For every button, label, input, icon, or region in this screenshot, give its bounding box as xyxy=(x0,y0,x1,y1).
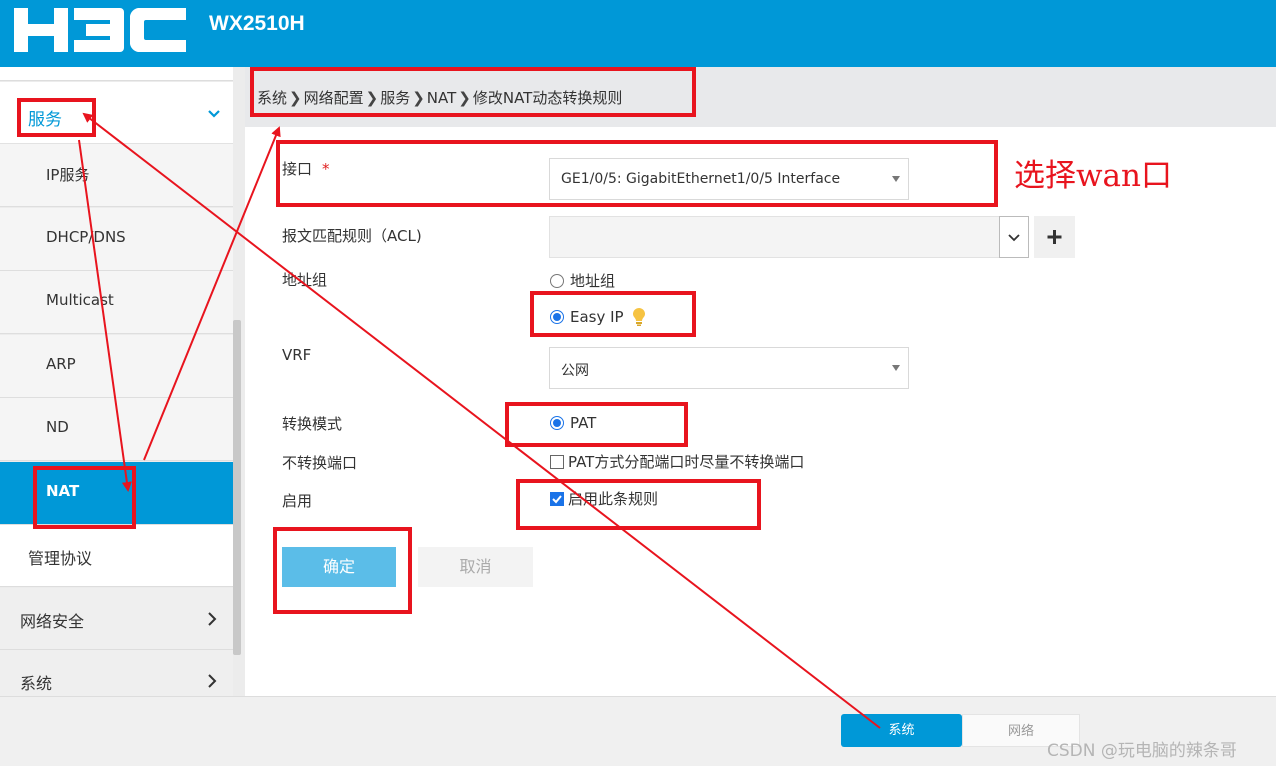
caret-down-icon xyxy=(892,365,900,371)
annotation-box-interface xyxy=(276,140,998,207)
sidebar-item-label: ARP xyxy=(46,355,76,373)
vrf-select-value: 公网 xyxy=(561,363,589,379)
sidebar-item-management-protocol[interactable]: 管理协议 xyxy=(0,525,233,587)
checkbox[interactable] xyxy=(550,454,564,469)
h3c-logo xyxy=(14,8,186,52)
cancel-button[interactable]: 取消 xyxy=(418,547,533,587)
enable-label: 启用 xyxy=(282,492,313,510)
checkbox-label: PAT方式分配端口时尽量不转换端口 xyxy=(568,453,805,471)
annotation-box-easy-ip xyxy=(530,291,696,337)
acl-input[interactable] xyxy=(549,216,1000,258)
chevron-right-icon xyxy=(208,612,217,626)
acl-label: 报文匹配规则（ACL) xyxy=(282,227,422,245)
radio-button[interactable] xyxy=(550,273,564,288)
sidebar-item-multicast[interactable]: Multicast xyxy=(0,271,233,334)
sidebar: 服务 IP服务 DHCP/DNS Multicast ARP ND NAT 管理… xyxy=(0,67,245,696)
annotation-box-ok xyxy=(273,527,412,614)
annotation-box-service xyxy=(17,98,96,137)
sidebar-item-label: ND xyxy=(46,418,69,436)
address-group-label: 地址组 xyxy=(282,271,328,289)
radio-label: 地址组 xyxy=(570,272,616,290)
checkbox-no-port-translation[interactable]: PAT方式分配端口时尽量不转换端口 xyxy=(550,451,804,472)
sidebar-item-label: 系统 xyxy=(20,674,53,693)
annotation-note: 选择wan口 xyxy=(1014,158,1172,194)
sidebar-item-network-security[interactable]: 网络安全 xyxy=(0,588,233,650)
sidebar-spacer xyxy=(0,67,233,81)
radio-address-group[interactable]: 地址组 xyxy=(550,270,615,291)
vrf-select[interactable]: 公网 xyxy=(549,347,909,389)
sidebar-item-ip-service[interactable]: IP服务 xyxy=(0,144,233,207)
watermark: CSDN @玩电脑的辣条哥 xyxy=(1047,741,1237,761)
sidebar-item-nd[interactable]: ND xyxy=(0,398,233,461)
chevron-down-icon xyxy=(1008,234,1020,242)
sidebar-scrollbar[interactable] xyxy=(233,320,241,655)
translation-mode-label: 转换模式 xyxy=(282,415,343,433)
sidebar-item-system[interactable]: 系统 xyxy=(0,650,233,696)
sidebar-item-label: IP服务 xyxy=(46,166,90,184)
acl-add-button[interactable] xyxy=(1034,216,1075,258)
sidebar-item-label: 网络安全 xyxy=(20,612,85,631)
sidebar-item-label: Multicast xyxy=(46,291,114,309)
annotation-box-nat xyxy=(33,466,136,529)
chevron-down-icon xyxy=(208,110,220,118)
tab-system[interactable]: 系统 xyxy=(841,714,962,747)
sidebar-item-label: DHCP/DNS xyxy=(46,228,126,246)
chevron-right-icon xyxy=(208,674,217,688)
vrf-label: VRF xyxy=(282,346,312,364)
sidebar-item-dhcp-dns[interactable]: DHCP/DNS xyxy=(0,208,233,271)
top-header: WX2510H xyxy=(0,0,1276,67)
no-port-translation-label: 不转换端口 xyxy=(282,454,358,472)
device-model: WX2510H xyxy=(209,12,305,35)
plus-icon xyxy=(1047,230,1062,244)
acl-dropdown-button[interactable] xyxy=(999,216,1029,258)
annotation-box-enable xyxy=(516,479,761,530)
sidebar-item-arp[interactable]: ARP xyxy=(0,335,233,398)
annotation-box-breadcrumb xyxy=(250,67,696,117)
sidebar-item-label: 管理协议 xyxy=(28,549,93,568)
annotation-box-pat xyxy=(505,402,688,447)
